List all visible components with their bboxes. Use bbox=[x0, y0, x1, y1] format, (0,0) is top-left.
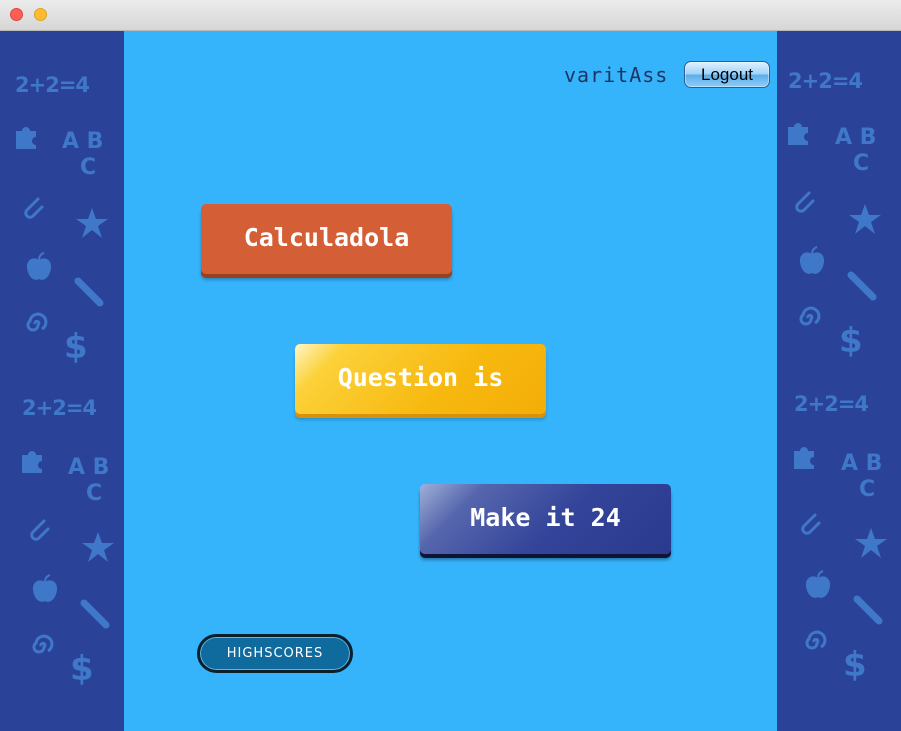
minimize-window-button[interactable] bbox=[34, 8, 47, 21]
abc-doodle-bottom: C bbox=[859, 477, 876, 502]
paperclip-icon bbox=[795, 191, 815, 213]
pencil-icon bbox=[74, 277, 104, 307]
puzzle-icon bbox=[788, 123, 808, 145]
close-window-button[interactable] bbox=[10, 8, 23, 21]
star-icon bbox=[855, 528, 887, 558]
abc-doodle-bottom: C bbox=[86, 481, 103, 506]
apple-icon bbox=[805, 570, 831, 598]
dollar-icon: $ bbox=[839, 321, 863, 361]
equation-doodle: 2+2=4 bbox=[22, 396, 97, 420]
dollar-icon: $ bbox=[843, 645, 867, 685]
abc-doodle-top: A B bbox=[835, 125, 877, 150]
spiral-icon bbox=[32, 634, 54, 654]
username-label: varitAss bbox=[564, 63, 669, 87]
paperclip-icon bbox=[801, 513, 821, 535]
pencil-icon bbox=[847, 271, 877, 301]
equation-doodle: 2+2=4 bbox=[15, 73, 90, 97]
equation-doodle: 2+2=4 bbox=[788, 69, 863, 93]
highscores-button[interactable]: HIGHSCORES bbox=[197, 634, 353, 673]
dollar-icon: $ bbox=[70, 649, 94, 689]
abc-doodle-bottom: C bbox=[853, 151, 870, 176]
puzzle-icon bbox=[22, 451, 42, 473]
equation-doodle: 2+2=4 bbox=[794, 392, 869, 416]
spiral-icon bbox=[805, 630, 827, 650]
make-it-24-button[interactable]: Make it 24 bbox=[420, 484, 671, 554]
logout-button[interactable]: Logout bbox=[684, 61, 770, 88]
pencil-icon bbox=[853, 595, 883, 625]
right-decor-panel: 2+2=4 A B C $ 2+2=4 A B C $ bbox=[777, 31, 901, 731]
dollar-icon: $ bbox=[64, 327, 88, 367]
pencil-icon bbox=[80, 599, 110, 629]
apple-icon bbox=[799, 246, 825, 274]
spiral-icon bbox=[26, 312, 48, 332]
abc-doodle-top: A B bbox=[62, 129, 104, 154]
paperclip-icon bbox=[24, 197, 44, 219]
abc-doodle-top: A B bbox=[841, 451, 883, 476]
star-icon bbox=[849, 204, 881, 234]
abc-doodle-top: A B bbox=[68, 455, 110, 480]
left-decor-panel: 2+2=4 A B C $ 2+2=4 A B C $ bbox=[0, 31, 124, 731]
question-is-button[interactable]: Question is bbox=[295, 344, 546, 414]
apple-icon bbox=[26, 252, 52, 280]
puzzle-icon bbox=[16, 127, 36, 149]
star-icon bbox=[76, 208, 108, 238]
paperclip-icon bbox=[30, 519, 50, 541]
window-titlebar bbox=[0, 0, 901, 31]
apple-icon bbox=[32, 574, 58, 602]
calculadola-button[interactable]: Calculadola bbox=[201, 204, 452, 274]
star-icon bbox=[82, 532, 114, 562]
puzzle-icon bbox=[794, 447, 814, 469]
spiral-icon bbox=[799, 306, 821, 326]
abc-doodle-bottom: C bbox=[80, 155, 97, 180]
